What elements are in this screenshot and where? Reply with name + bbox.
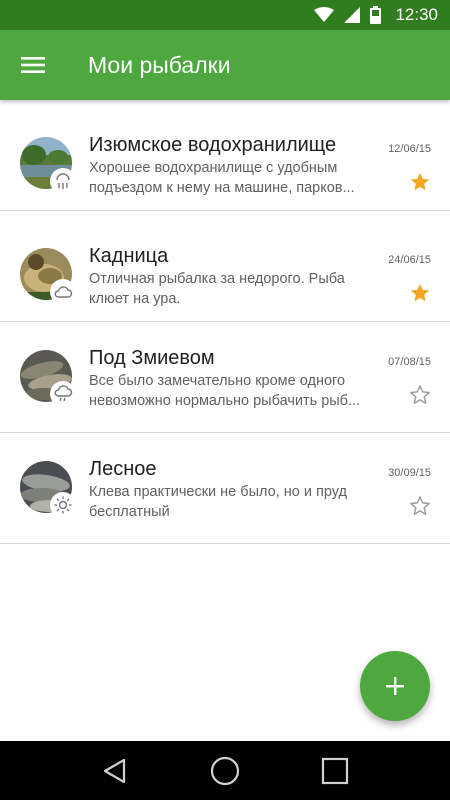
plus-icon bbox=[384, 675, 406, 697]
trip-description: Все было замечательно кроме одного невоз… bbox=[89, 371, 381, 411]
wifi-icon bbox=[314, 7, 335, 23]
system-nav-bar bbox=[0, 741, 450, 800]
trip-title: Лесное bbox=[89, 458, 157, 480]
trip-title: Изюмское водохранилище bbox=[89, 134, 337, 156]
trip-description-line: Клева практически не было, но и пруд bbox=[89, 484, 347, 500]
cloud-rain-icon bbox=[50, 381, 76, 407]
trip-date: 24/06/15 bbox=[388, 254, 431, 266]
trip-description-line: Отличная рыбалка за недорого. Рыба bbox=[89, 271, 345, 287]
trip-description-line: Все было замечательно кроме одного bbox=[89, 373, 346, 389]
trip-description-line: Хорошее водохранилище с удобным bbox=[89, 160, 338, 176]
hamburger-menu-icon[interactable] bbox=[0, 30, 66, 100]
star-filled-icon[interactable] bbox=[409, 282, 431, 304]
app-bar: Мои рыбалки bbox=[0, 30, 450, 100]
cloud-icon bbox=[50, 279, 76, 305]
trip-title: Под Змиевом bbox=[89, 347, 215, 369]
add-trip-button[interactable] bbox=[360, 651, 430, 721]
list-item[interactable]: Под Змиевом 07/08/15 Все было замечатель… bbox=[0, 322, 450, 433]
list-item[interactable]: Изюмское водохранилище 12/06/15 Хорошее … bbox=[0, 100, 450, 211]
screen: 12:30 Мои рыбалки Изюмское водохранилище… bbox=[0, 0, 450, 800]
star-outline-icon[interactable] bbox=[409, 495, 431, 517]
fishing-trip-list: Изюмское водохранилище 12/06/15 Хорошее … bbox=[0, 100, 450, 544]
list-item[interactable]: Кадница 24/06/15 Отличная рыбалка за нед… bbox=[0, 211, 450, 322]
trip-description-line: невозможно нормально рыбачить рыб... bbox=[89, 393, 361, 409]
trip-date: 07/08/15 bbox=[388, 356, 431, 368]
status-time: 12:30 bbox=[395, 5, 438, 24]
trip-title: Кадница bbox=[89, 245, 169, 267]
star-outline-icon[interactable] bbox=[409, 384, 431, 406]
back-icon[interactable] bbox=[95, 751, 135, 791]
trip-description-line: клюет на ура. bbox=[89, 291, 181, 307]
battery-icon bbox=[370, 6, 382, 24]
trip-date: 30/09/15 bbox=[388, 467, 431, 479]
list-item[interactable]: Лесное 30/09/15 Клева практически не был… bbox=[0, 433, 450, 544]
trip-description: Отличная рыбалка за недорого. Рыба клюет… bbox=[89, 269, 381, 309]
rain-icon bbox=[50, 168, 76, 194]
cell-signal-icon bbox=[344, 7, 361, 23]
trip-date: 12/06/15 bbox=[388, 143, 431, 155]
trip-description: Клева практически не было, но и пруд бес… bbox=[89, 482, 381, 522]
trip-description-line: подъездом к нему на машине, парков... bbox=[89, 180, 355, 196]
home-icon[interactable] bbox=[205, 751, 245, 791]
sun-icon bbox=[50, 492, 76, 518]
status-bar: 12:30 bbox=[0, 0, 450, 30]
star-filled-icon[interactable] bbox=[409, 171, 431, 193]
recents-icon[interactable] bbox=[315, 751, 355, 791]
trip-description: Хорошее водохранилище с удобным подъездо… bbox=[89, 158, 381, 198]
trip-description-line: бесплатный bbox=[89, 504, 170, 520]
page-title: Мои рыбалки bbox=[88, 51, 231, 78]
